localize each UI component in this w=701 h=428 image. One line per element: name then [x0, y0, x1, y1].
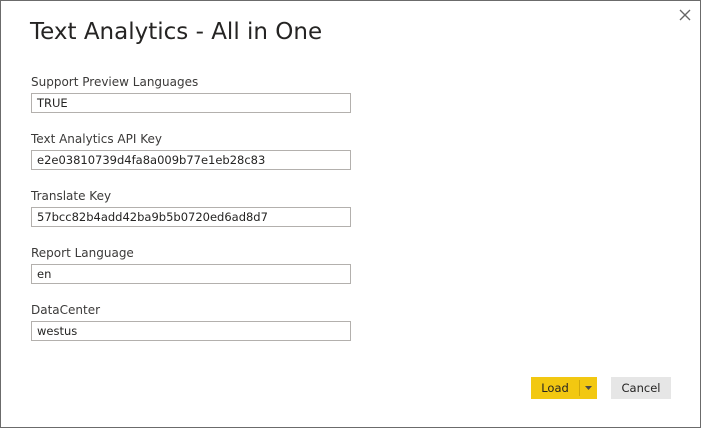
api-key-input[interactable]: e2e03810739d4fa8a009b77e1eb28c83: [31, 150, 351, 170]
close-button[interactable]: [675, 5, 695, 25]
translate-key-label: Translate Key: [31, 189, 112, 203]
api-key-label: Text Analytics API Key: [31, 132, 162, 146]
close-icon: [679, 9, 691, 21]
datacenter-label: DataCenter: [31, 303, 101, 317]
dialog-title: Text Analytics - All in One: [30, 19, 323, 45]
report-language-input[interactable]: en: [31, 264, 351, 284]
report-language-label: Report Language: [31, 246, 134, 260]
dialog: Text Analytics - All in One Support Prev…: [0, 0, 701, 428]
load-dropdown-button[interactable]: [580, 386, 597, 390]
datacenter-input[interactable]: westus: [31, 321, 351, 341]
load-button[interactable]: Load: [531, 377, 597, 399]
preview-languages-label: Support Preview Languages: [31, 75, 199, 89]
chevron-down-icon: [585, 386, 592, 390]
preview-languages-input[interactable]: TRUE: [31, 93, 351, 113]
translate-key-input[interactable]: 57bcc82b4add42ba9b5b0720ed6ad8d7: [31, 207, 351, 227]
cancel-button[interactable]: Cancel: [611, 377, 671, 399]
load-button-label: Load: [541, 381, 569, 395]
